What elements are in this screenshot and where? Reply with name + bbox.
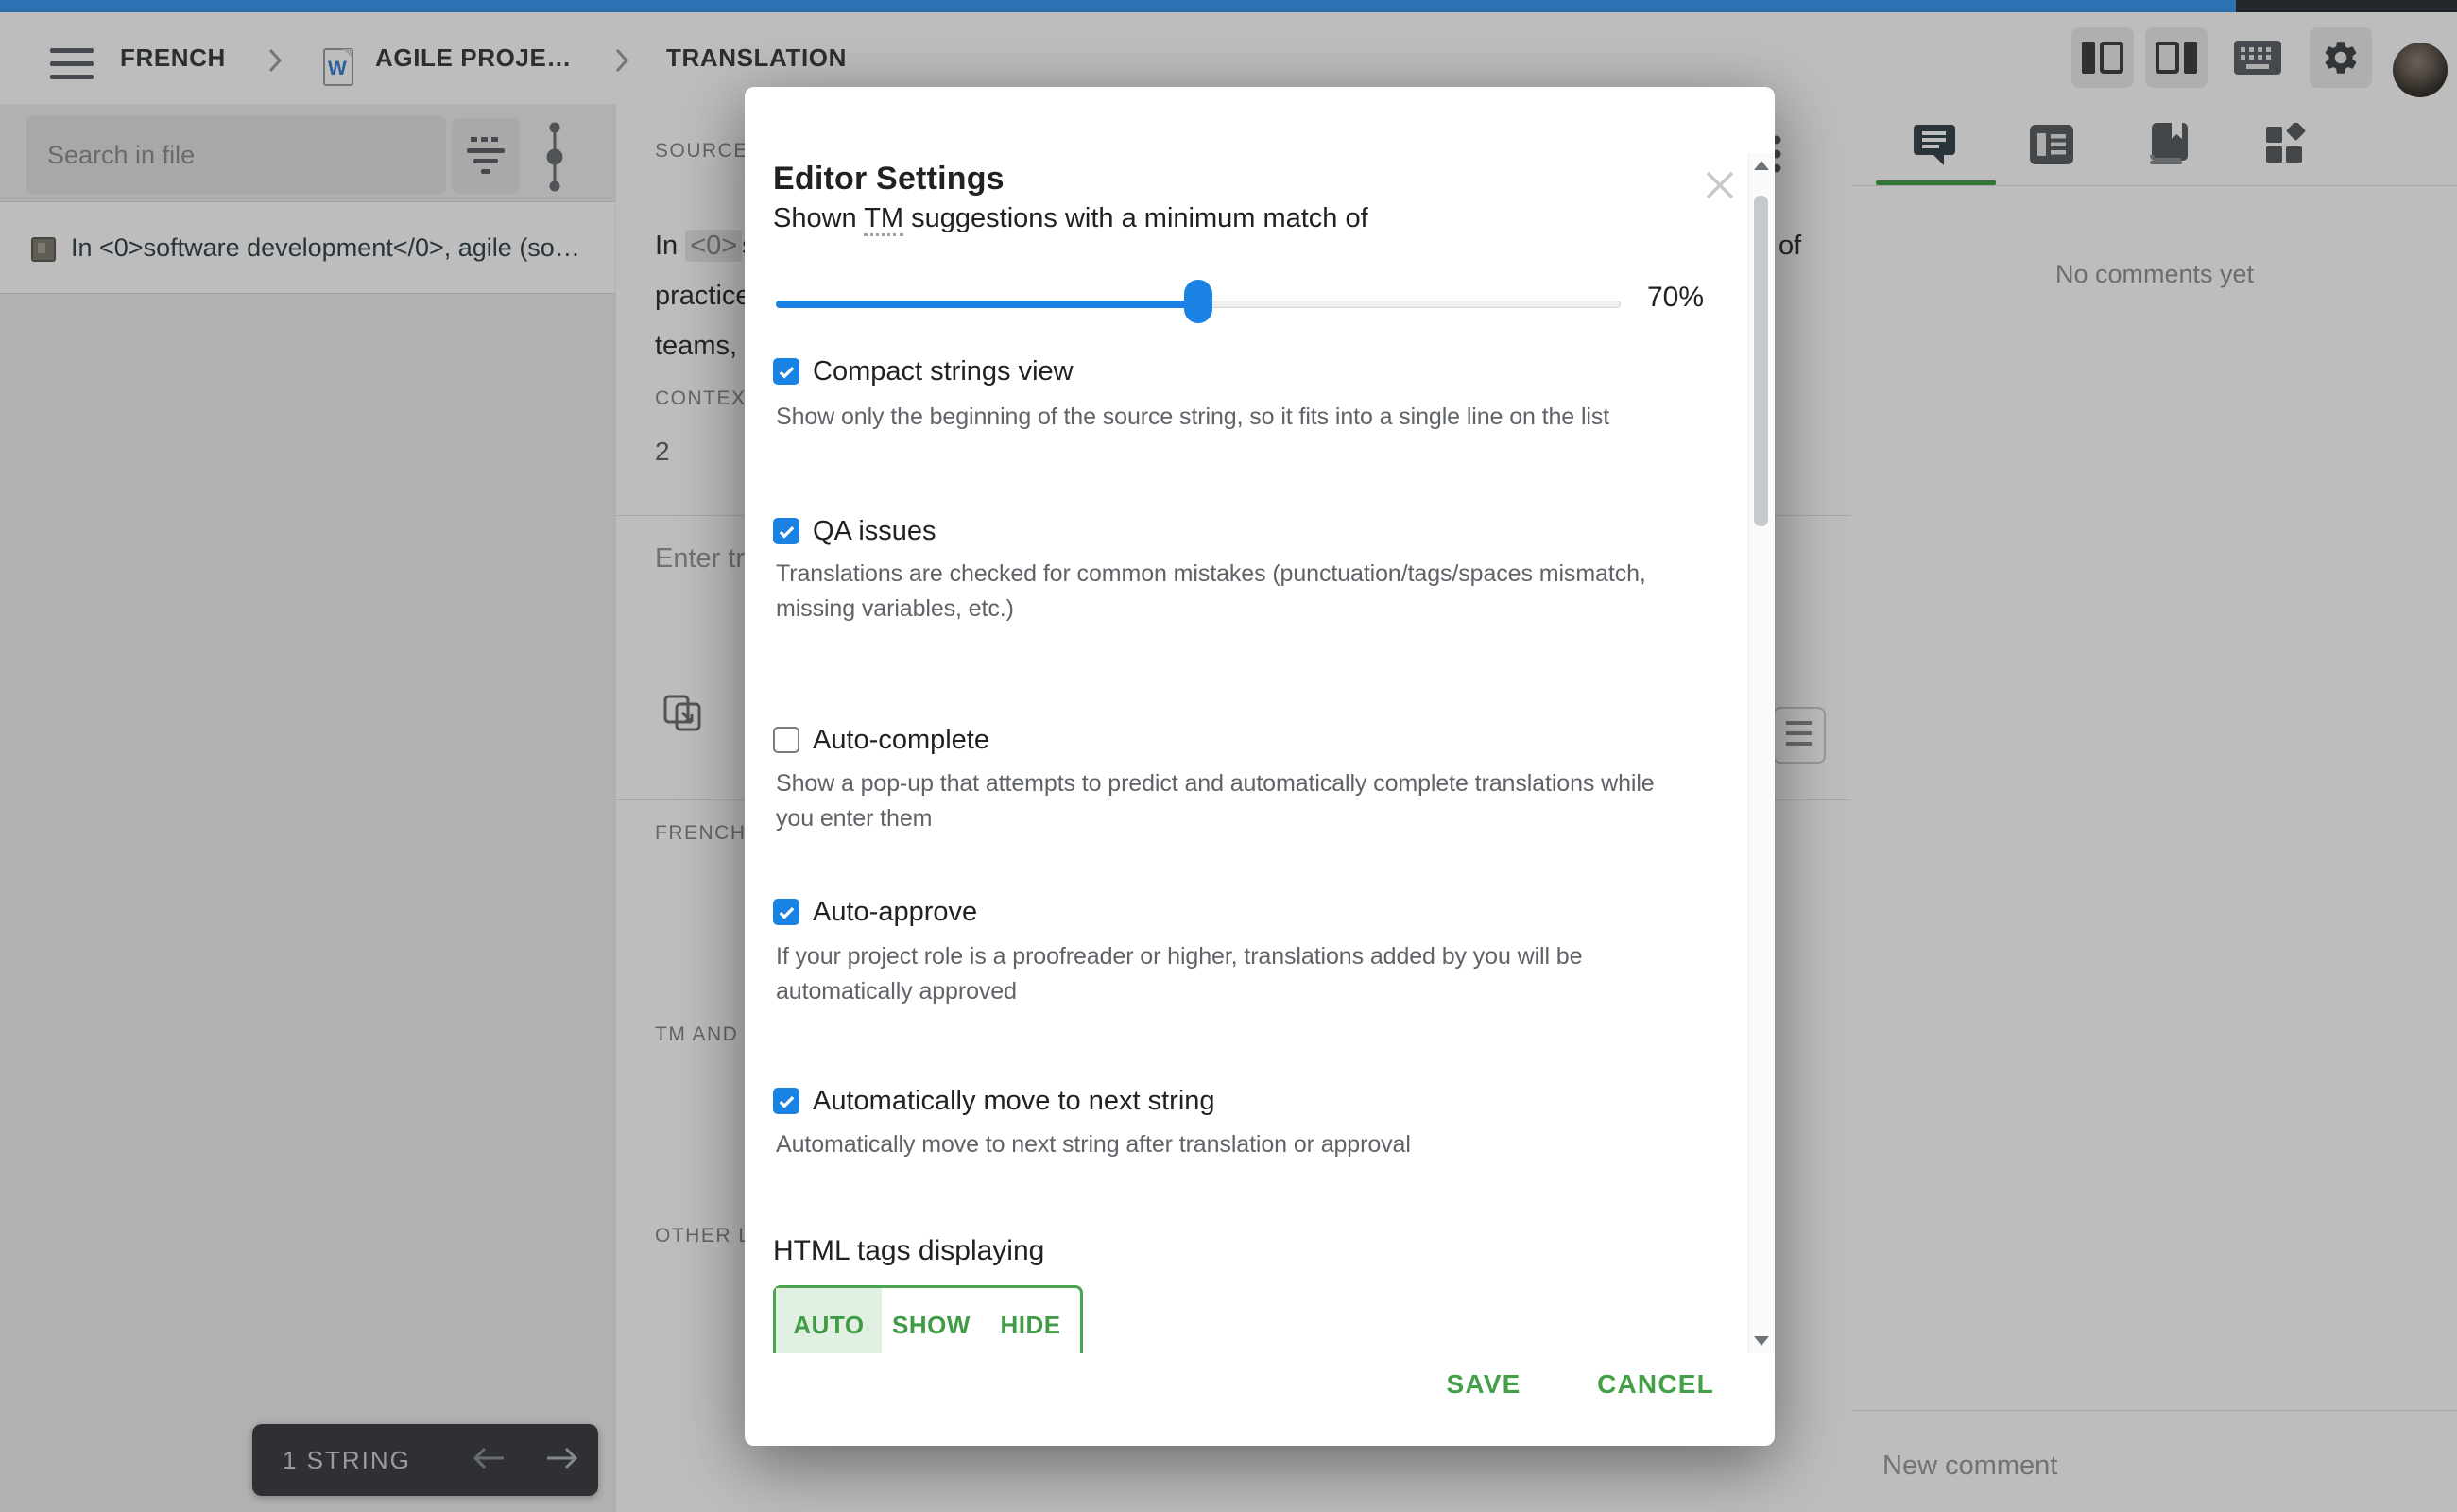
tm-match-slider-thumb[interactable] bbox=[1184, 280, 1212, 323]
setting-description: Translations are checked for common mist… bbox=[776, 557, 1646, 627]
checkbox-auto-approve[interactable] bbox=[773, 899, 799, 925]
segment-auto[interactable]: AUTO bbox=[776, 1288, 882, 1353]
checkbox-auto-complete[interactable] bbox=[773, 727, 799, 753]
tm-match-label: Shown TM suggestions with a minimum matc… bbox=[773, 203, 1368, 234]
setting-description: Automatically move to next string after … bbox=[776, 1127, 1411, 1162]
segment-hide[interactable]: HIDE bbox=[981, 1288, 1080, 1353]
setting-label: Auto-complete bbox=[813, 725, 989, 756]
scroll-down-icon[interactable] bbox=[1754, 1336, 1769, 1346]
tm-abbr: TM bbox=[864, 203, 903, 236]
tm-match-value: 70% bbox=[1619, 282, 1704, 314]
setting-label: Automatically move to next string bbox=[813, 1086, 1215, 1117]
checkbox-auto-move-next[interactable] bbox=[773, 1088, 799, 1114]
setting-label: Auto-approve bbox=[813, 897, 977, 928]
checkbox-compact-strings[interactable] bbox=[773, 358, 799, 385]
segment-show[interactable]: SHOW bbox=[882, 1288, 981, 1353]
editor-settings-modal: Editor Settings Shown TM suggestions wit… bbox=[745, 87, 1775, 1446]
checkbox-qa-issues[interactable] bbox=[773, 518, 799, 544]
setting-label: QA issues bbox=[813, 516, 936, 547]
scroll-up-icon[interactable] bbox=[1754, 161, 1769, 170]
setting-description: If your project role is a proofreader or… bbox=[776, 939, 1582, 1009]
html-tags-label: HTML tags displaying bbox=[773, 1235, 1044, 1267]
editor-screen: FRENCH W AGILE PROJE… TRANSLATION bbox=[0, 0, 2457, 1512]
cancel-button[interactable]: CANCEL bbox=[1571, 1369, 1741, 1400]
setting-label: Compact strings view bbox=[813, 356, 1074, 387]
html-tags-segmented-control: AUTO SHOW HIDE bbox=[773, 1285, 1083, 1353]
modal-scrollbar[interactable] bbox=[1748, 153, 1774, 1353]
save-button[interactable]: SAVE bbox=[1418, 1369, 1550, 1400]
scrollbar-thumb[interactable] bbox=[1754, 196, 1768, 526]
setting-description: Show a pop-up that attempts to predict a… bbox=[776, 766, 1655, 836]
tm-match-slider-fill bbox=[776, 301, 1198, 308]
close-icon[interactable] bbox=[1703, 168, 1737, 207]
modal-title: Editor Settings bbox=[773, 161, 1005, 198]
html-tags-segmented-clip: AUTO SHOW HIDE bbox=[773, 1285, 1170, 1353]
setting-description: Show only the beginning of the source st… bbox=[776, 400, 1609, 435]
